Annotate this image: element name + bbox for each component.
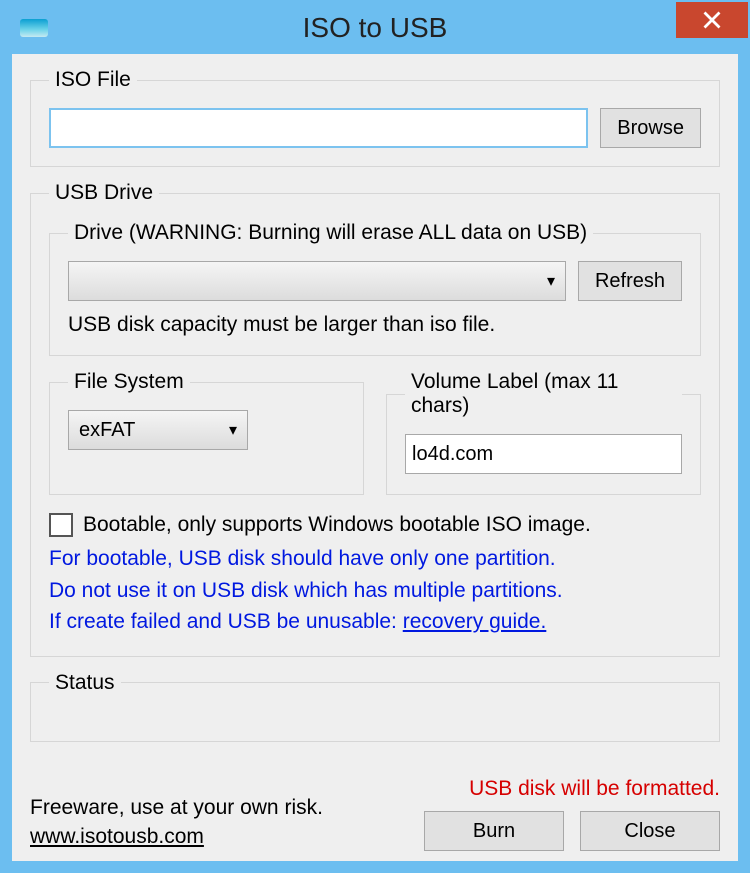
- file-system-select[interactable]: exFAT ▾: [68, 410, 248, 450]
- drive-legend: Drive (WARNING: Burning will erase ALL d…: [68, 221, 593, 245]
- chevron-down-icon: ▾: [547, 271, 555, 291]
- window-close-button[interactable]: [676, 2, 748, 38]
- drive-select[interactable]: ▾: [68, 261, 566, 301]
- bootable-note-2: Do not use it on USB disk which has mult…: [49, 575, 701, 607]
- bootable-notes: For bootable, USB disk should have only …: [49, 543, 701, 638]
- iso-file-legend: ISO File: [49, 68, 137, 92]
- refresh-button[interactable]: Refresh: [578, 261, 682, 301]
- bootable-note-3: If create failed and USB be unusable:: [49, 610, 403, 633]
- bootable-label: Bootable, only supports Windows bootable…: [83, 513, 591, 537]
- iso-path-input[interactable]: [49, 108, 588, 148]
- format-warning: USB disk will be formatted.: [424, 777, 720, 801]
- capacity-note: USB disk capacity must be larger than is…: [68, 313, 682, 337]
- freeware-note: Freeware, use at your own risk.: [30, 794, 323, 822]
- app-window: ISO to USB ISO File Browse USB Drive Dri…: [0, 0, 750, 873]
- file-system-group: File System exFAT ▾: [49, 370, 364, 495]
- bootable-checkbox[interactable]: [49, 513, 73, 537]
- usb-drive-group: USB Drive Drive (WARNING: Burning will e…: [30, 181, 720, 657]
- status-group: Status: [30, 671, 720, 742]
- file-system-legend: File System: [68, 370, 190, 394]
- browse-button[interactable]: Browse: [600, 108, 701, 148]
- iso-file-group: ISO File Browse: [30, 68, 720, 167]
- burn-button[interactable]: Burn: [424, 811, 564, 851]
- volume-label-group: Volume Label (max 11 chars): [386, 370, 701, 495]
- chevron-down-icon: ▾: [229, 420, 237, 440]
- file-system-value: exFAT: [79, 419, 135, 442]
- bootable-note-1: For bootable, USB disk should have only …: [49, 543, 701, 575]
- footer: Freeware, use at your own risk. www.isot…: [30, 777, 720, 851]
- close-button[interactable]: Close: [580, 811, 720, 851]
- usb-drive-legend: USB Drive: [49, 181, 159, 205]
- status-legend: Status: [49, 671, 121, 695]
- volume-label-legend: Volume Label (max 11 chars): [405, 370, 682, 418]
- close-icon: [702, 10, 722, 30]
- client-area: ISO File Browse USB Drive Drive (WARNING…: [12, 54, 738, 861]
- drive-subgroup: Drive (WARNING: Burning will erase ALL d…: [49, 221, 701, 356]
- recovery-guide-link[interactable]: recovery guide.: [403, 610, 547, 633]
- titlebar[interactable]: ISO to USB: [2, 2, 748, 54]
- volume-label-input[interactable]: [405, 434, 682, 474]
- window-title: ISO to USB: [2, 12, 748, 44]
- website-link[interactable]: www.isotousb.com: [30, 825, 204, 848]
- app-icon: [20, 19, 48, 37]
